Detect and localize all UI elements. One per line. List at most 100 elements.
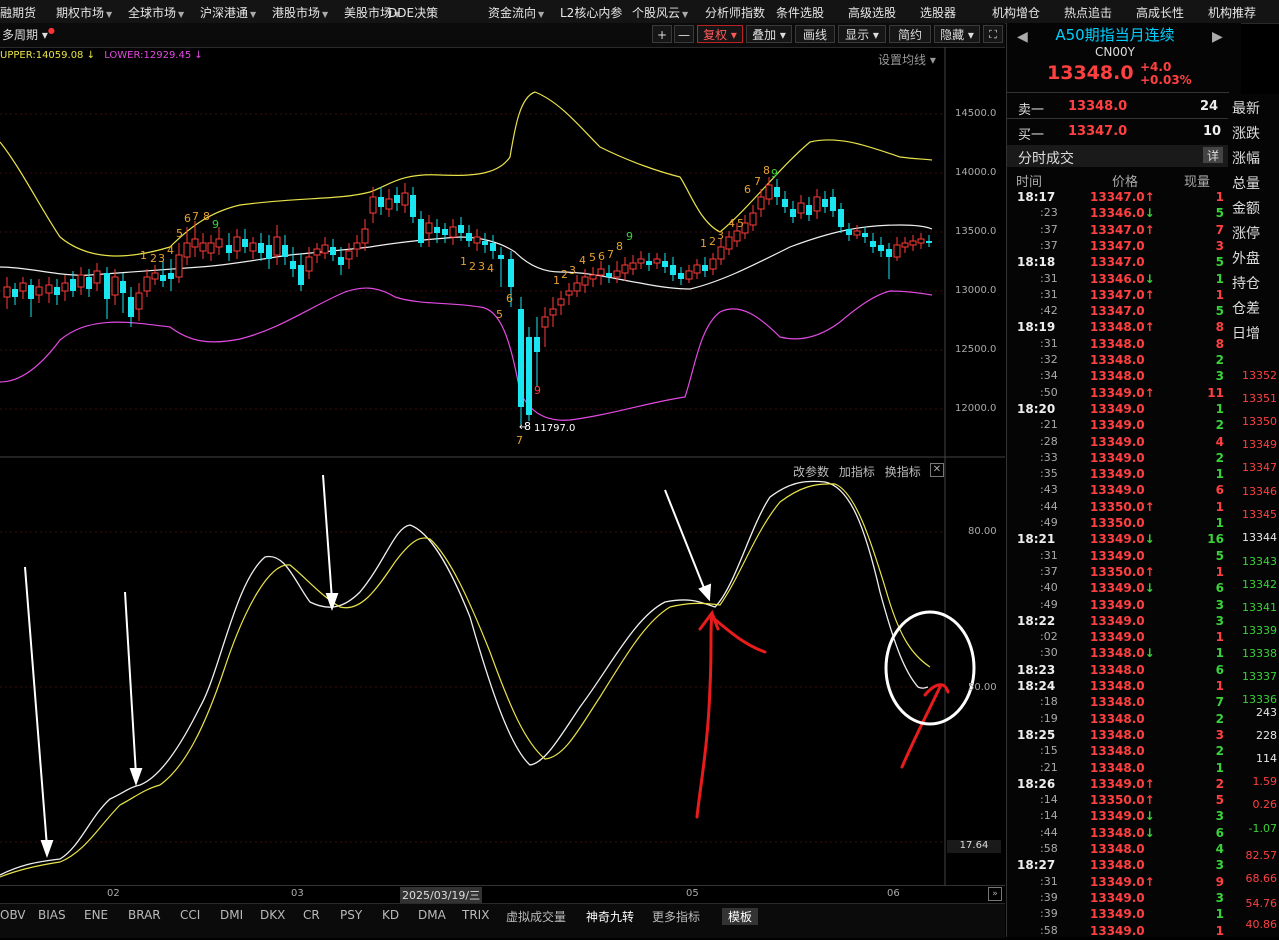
menu-item[interactable]: 高成长性 (1136, 4, 1184, 21)
tick-price: 13348.0↑ (1090, 320, 1155, 335)
annotation-arrowhead (40, 840, 54, 858)
menu-item[interactable]: 个股风云 ▼ (632, 4, 688, 21)
menu-item[interactable]: 机构推荐 (1208, 4, 1256, 21)
close-icon[interactable]: ✕ (930, 463, 944, 477)
indicator-tab[interactable]: BIAS (38, 908, 66, 922)
menu-item[interactable]: 条件选股 (776, 4, 824, 21)
arrow-up-icon: ↑ (1144, 385, 1155, 400)
display-button[interactable]: 显示 ▾ (838, 25, 886, 43)
indicator-tab[interactable]: CR (303, 908, 320, 922)
prev-stock-icon[interactable]: ◀ (1017, 29, 1028, 45)
menu-item[interactable]: 融期货 (0, 4, 36, 21)
indicator-tab[interactable]: 神奇九转 (586, 908, 634, 925)
price-axis-label: 14500.0 (955, 108, 997, 119)
overlay-button[interactable]: 叠加 ▾ (746, 25, 792, 43)
menu-item[interactable]: 沪深港通 ▼ (200, 4, 256, 21)
indicator-header: UPPER:14059.08 ↓ LOWER:12929.45 ↓ (0, 50, 203, 61)
menu-item[interactable]: 高级选股 (848, 4, 896, 21)
indicator-tab[interactable]: BRAR (128, 908, 161, 922)
indicator-tab[interactable]: 虚拟成交量 (506, 908, 566, 925)
indicator-tab[interactable]: DMI (220, 908, 243, 922)
candle-body (191, 238, 199, 248)
tick-row: :02 13349.0 1 (1012, 630, 1224, 646)
indicator-tab[interactable]: DKX (260, 908, 285, 922)
scroll-right-icon[interactable]: » (988, 887, 1002, 901)
zoom-in-button[interactable]: + (652, 25, 672, 43)
detail-button[interactable]: 详 (1203, 147, 1223, 163)
menu-item[interactable]: 期权市场 ▼ (56, 4, 112, 21)
zoom-out-button[interactable]: — (674, 25, 694, 43)
tick-row: :49 13350.0 1 (1012, 516, 1224, 532)
td-count-label: 3 (569, 264, 576, 277)
candle-body (143, 276, 151, 292)
menu-item[interactable]: L2核心内参 (560, 4, 622, 21)
side-label: 总量 (1232, 176, 1260, 192)
arrow-up-icon: ↑ (1144, 874, 1155, 889)
period-selector[interactable]: 多周期 ▾● (2, 26, 55, 43)
tick-row: :23 13346.0↓ 5 (1012, 206, 1224, 222)
indicator-tab[interactable]: ENE (84, 908, 108, 922)
candle-body (806, 205, 812, 215)
candle-body (830, 197, 836, 211)
simple-mode-button[interactable]: 简约 (889, 25, 931, 43)
tick-price: 13347.0↑ (1090, 222, 1155, 237)
tick-time: :37 (1040, 564, 1058, 578)
sell1-price: 13348.0 (1068, 99, 1128, 114)
fullscreen-icon[interactable]: ⛶ (983, 25, 1003, 43)
tick-time: :28 (1040, 434, 1058, 448)
add-indicator-button[interactable]: 加指标 (839, 465, 875, 479)
chevron-down-icon: ▼ (106, 10, 113, 19)
tick-volume: 1 (1215, 923, 1224, 938)
boll-upper-line (0, 91, 933, 257)
tick-price: 13346.0↓ (1090, 206, 1155, 221)
td-count-label: 2 (561, 268, 568, 281)
indicator-tab[interactable]: PSY (340, 908, 362, 922)
price-axis-label: 12000.0 (955, 403, 997, 414)
candle-body (822, 199, 828, 207)
tick-price: 13349.0 (1090, 418, 1145, 433)
candle-body (175, 254, 183, 278)
change-params-button[interactable]: 改参数 (793, 465, 829, 479)
candle-body (93, 270, 101, 284)
set-ma-button[interactable]: 设置均线 ▾ (878, 51, 936, 68)
side-label: 外盘 (1232, 251, 1260, 267)
candle-body (207, 242, 215, 254)
next-stock-icon[interactable]: ▶ (1212, 29, 1223, 45)
menu-item[interactable]: 分析师指数 (705, 4, 765, 21)
menu-item[interactable]: 选股器 (920, 4, 956, 21)
price-change: +4.0 (1140, 60, 1172, 74)
candle-body (862, 233, 868, 237)
indicator-tab[interactable]: DMA (418, 908, 446, 922)
candle-body (273, 236, 281, 256)
indicator-tab[interactable]: 更多指标 (652, 908, 700, 925)
side-label: 涨停 (1232, 226, 1260, 242)
menu-item[interactable]: 机构增仓 (992, 4, 1040, 21)
tick-volume: 1 (1215, 467, 1224, 482)
indicator-tab[interactable]: KD (382, 908, 399, 922)
tick-volume: 1 (1215, 190, 1224, 204)
date-label: 06 (887, 888, 900, 899)
fuquan-button[interactable]: 复权 ▾ (697, 25, 743, 43)
menu-item[interactable]: DDE决策 (388, 4, 438, 21)
buy1-label: 买一 (1018, 128, 1045, 143)
menu-item[interactable]: 热点追击 (1064, 4, 1112, 21)
tick-price: 13349.0 (1090, 907, 1145, 922)
menu-item[interactable]: 资金流向 ▼ (488, 4, 544, 21)
side-label: 涨跌 (1232, 126, 1260, 142)
indicator-tab[interactable]: OBV (0, 908, 26, 922)
menu-item[interactable]: 港股市场 ▼ (272, 4, 328, 21)
switch-indicator-button[interactable]: 换指标 (885, 465, 921, 479)
arrow-down-icon: ↓ (1144, 271, 1155, 286)
candle-body (757, 196, 765, 210)
td-count-label: 7 (192, 210, 199, 223)
hide-button[interactable]: 隐藏 ▾ (934, 25, 980, 43)
draw-line-button[interactable]: 画线 (795, 25, 835, 43)
indicator-tab[interactable]: CCI (180, 908, 200, 922)
side-label: 涨幅 (1232, 151, 1260, 167)
indicator-tab[interactable]: 模板 (722, 908, 759, 925)
indicator-tab[interactable]: TRIX (462, 908, 489, 922)
candle-body (3, 286, 11, 298)
tick-price: 13348.0 (1090, 858, 1145, 873)
candle-body (410, 195, 416, 217)
menu-item[interactable]: 全球市场 ▼ (128, 4, 184, 21)
